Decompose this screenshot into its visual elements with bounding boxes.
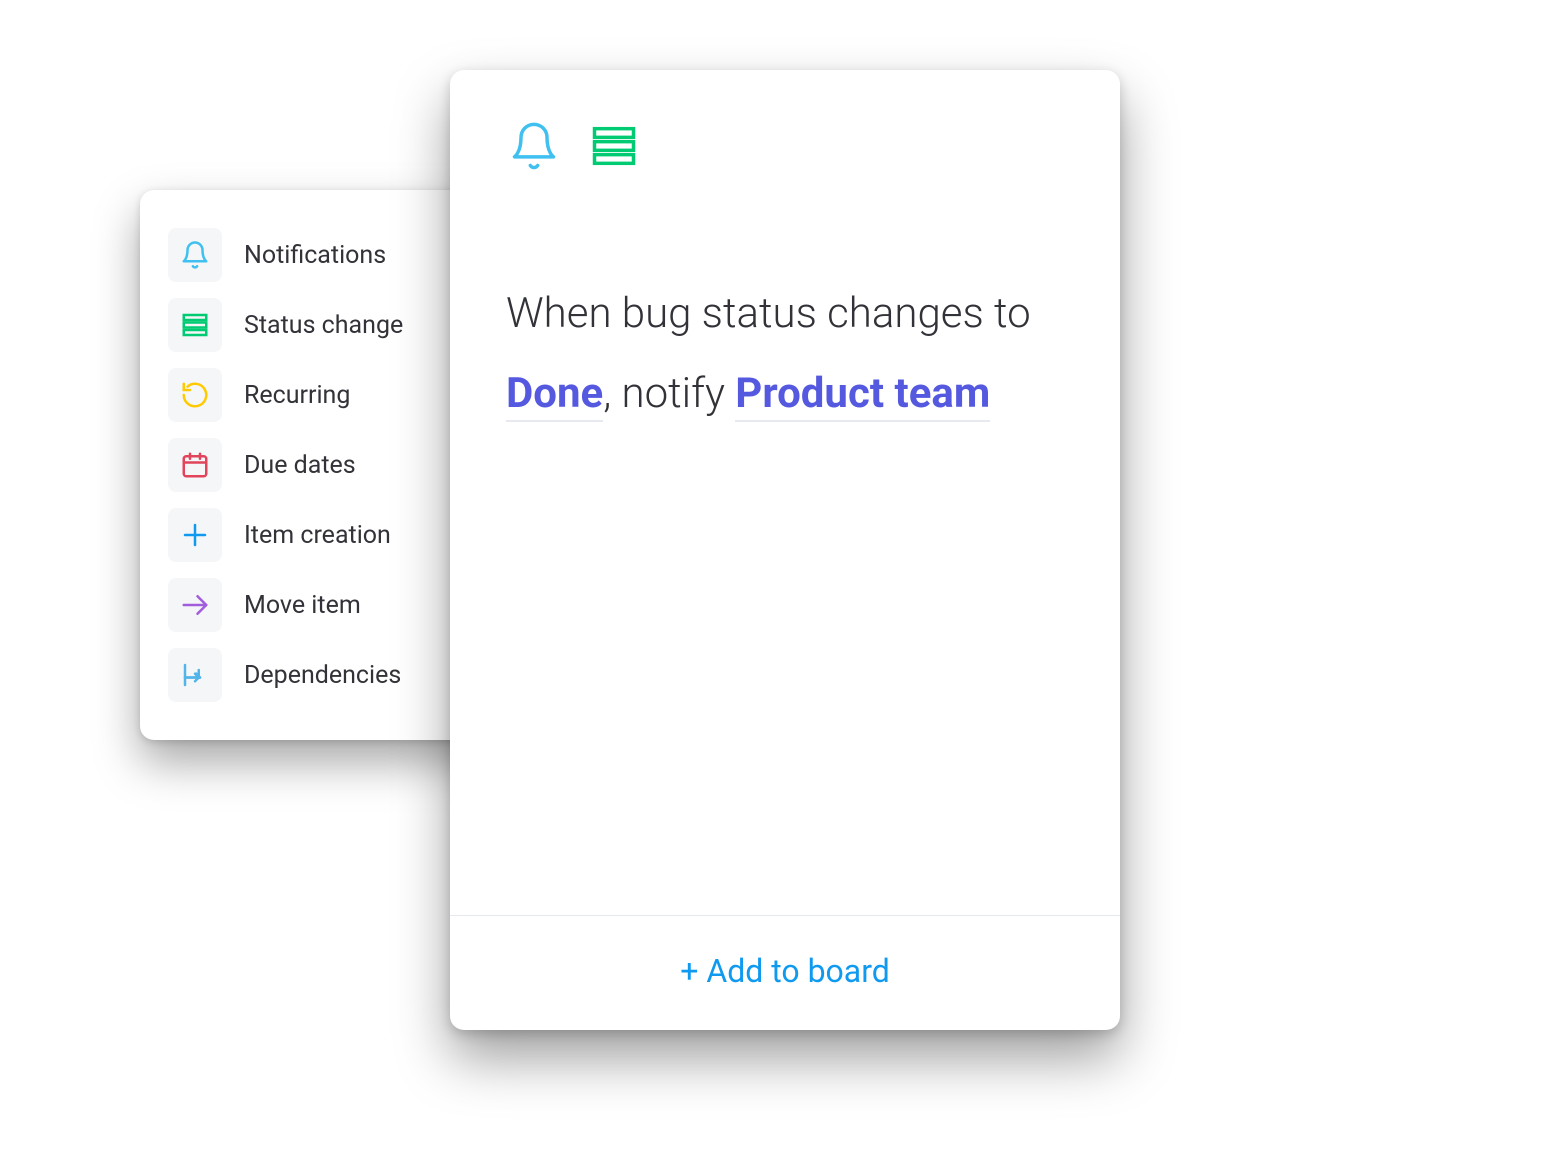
sidebar-item-label: Due dates	[244, 451, 356, 480]
sidebar-item-label: Notifications	[244, 241, 386, 270]
status-icon	[586, 118, 642, 174]
rule-text: , notify	[603, 369, 735, 418]
rule-sentence: When bug status changes to Done, notify …	[450, 174, 1120, 915]
automation-rule-card: When bug status changes to Done, notify …	[450, 70, 1120, 1030]
add-to-board-button[interactable]: + Add to board	[680, 952, 890, 990]
rule-header	[450, 70, 1120, 174]
status-icon	[168, 298, 222, 352]
bell-icon	[168, 228, 222, 282]
bell-icon	[506, 118, 562, 174]
sidebar-item-label: Status change	[244, 311, 403, 340]
sidebar-item-label: Recurring	[244, 381, 350, 410]
sidebar-item-label: Item creation	[244, 521, 391, 550]
sidebar-item-label: Dependencies	[244, 661, 401, 690]
rule-status-value[interactable]: Done	[506, 369, 603, 422]
arrow-right-icon	[168, 578, 222, 632]
rule-footer: + Add to board	[450, 915, 1120, 1030]
sidebar-item-label: Move item	[244, 591, 361, 620]
dependency-icon	[168, 648, 222, 702]
recurring-icon	[168, 368, 222, 422]
plus-icon	[168, 508, 222, 562]
rule-notify-target[interactable]: Product team	[735, 369, 990, 422]
calendar-icon	[168, 438, 222, 492]
rule-text: When bug status changes to	[506, 289, 1031, 338]
